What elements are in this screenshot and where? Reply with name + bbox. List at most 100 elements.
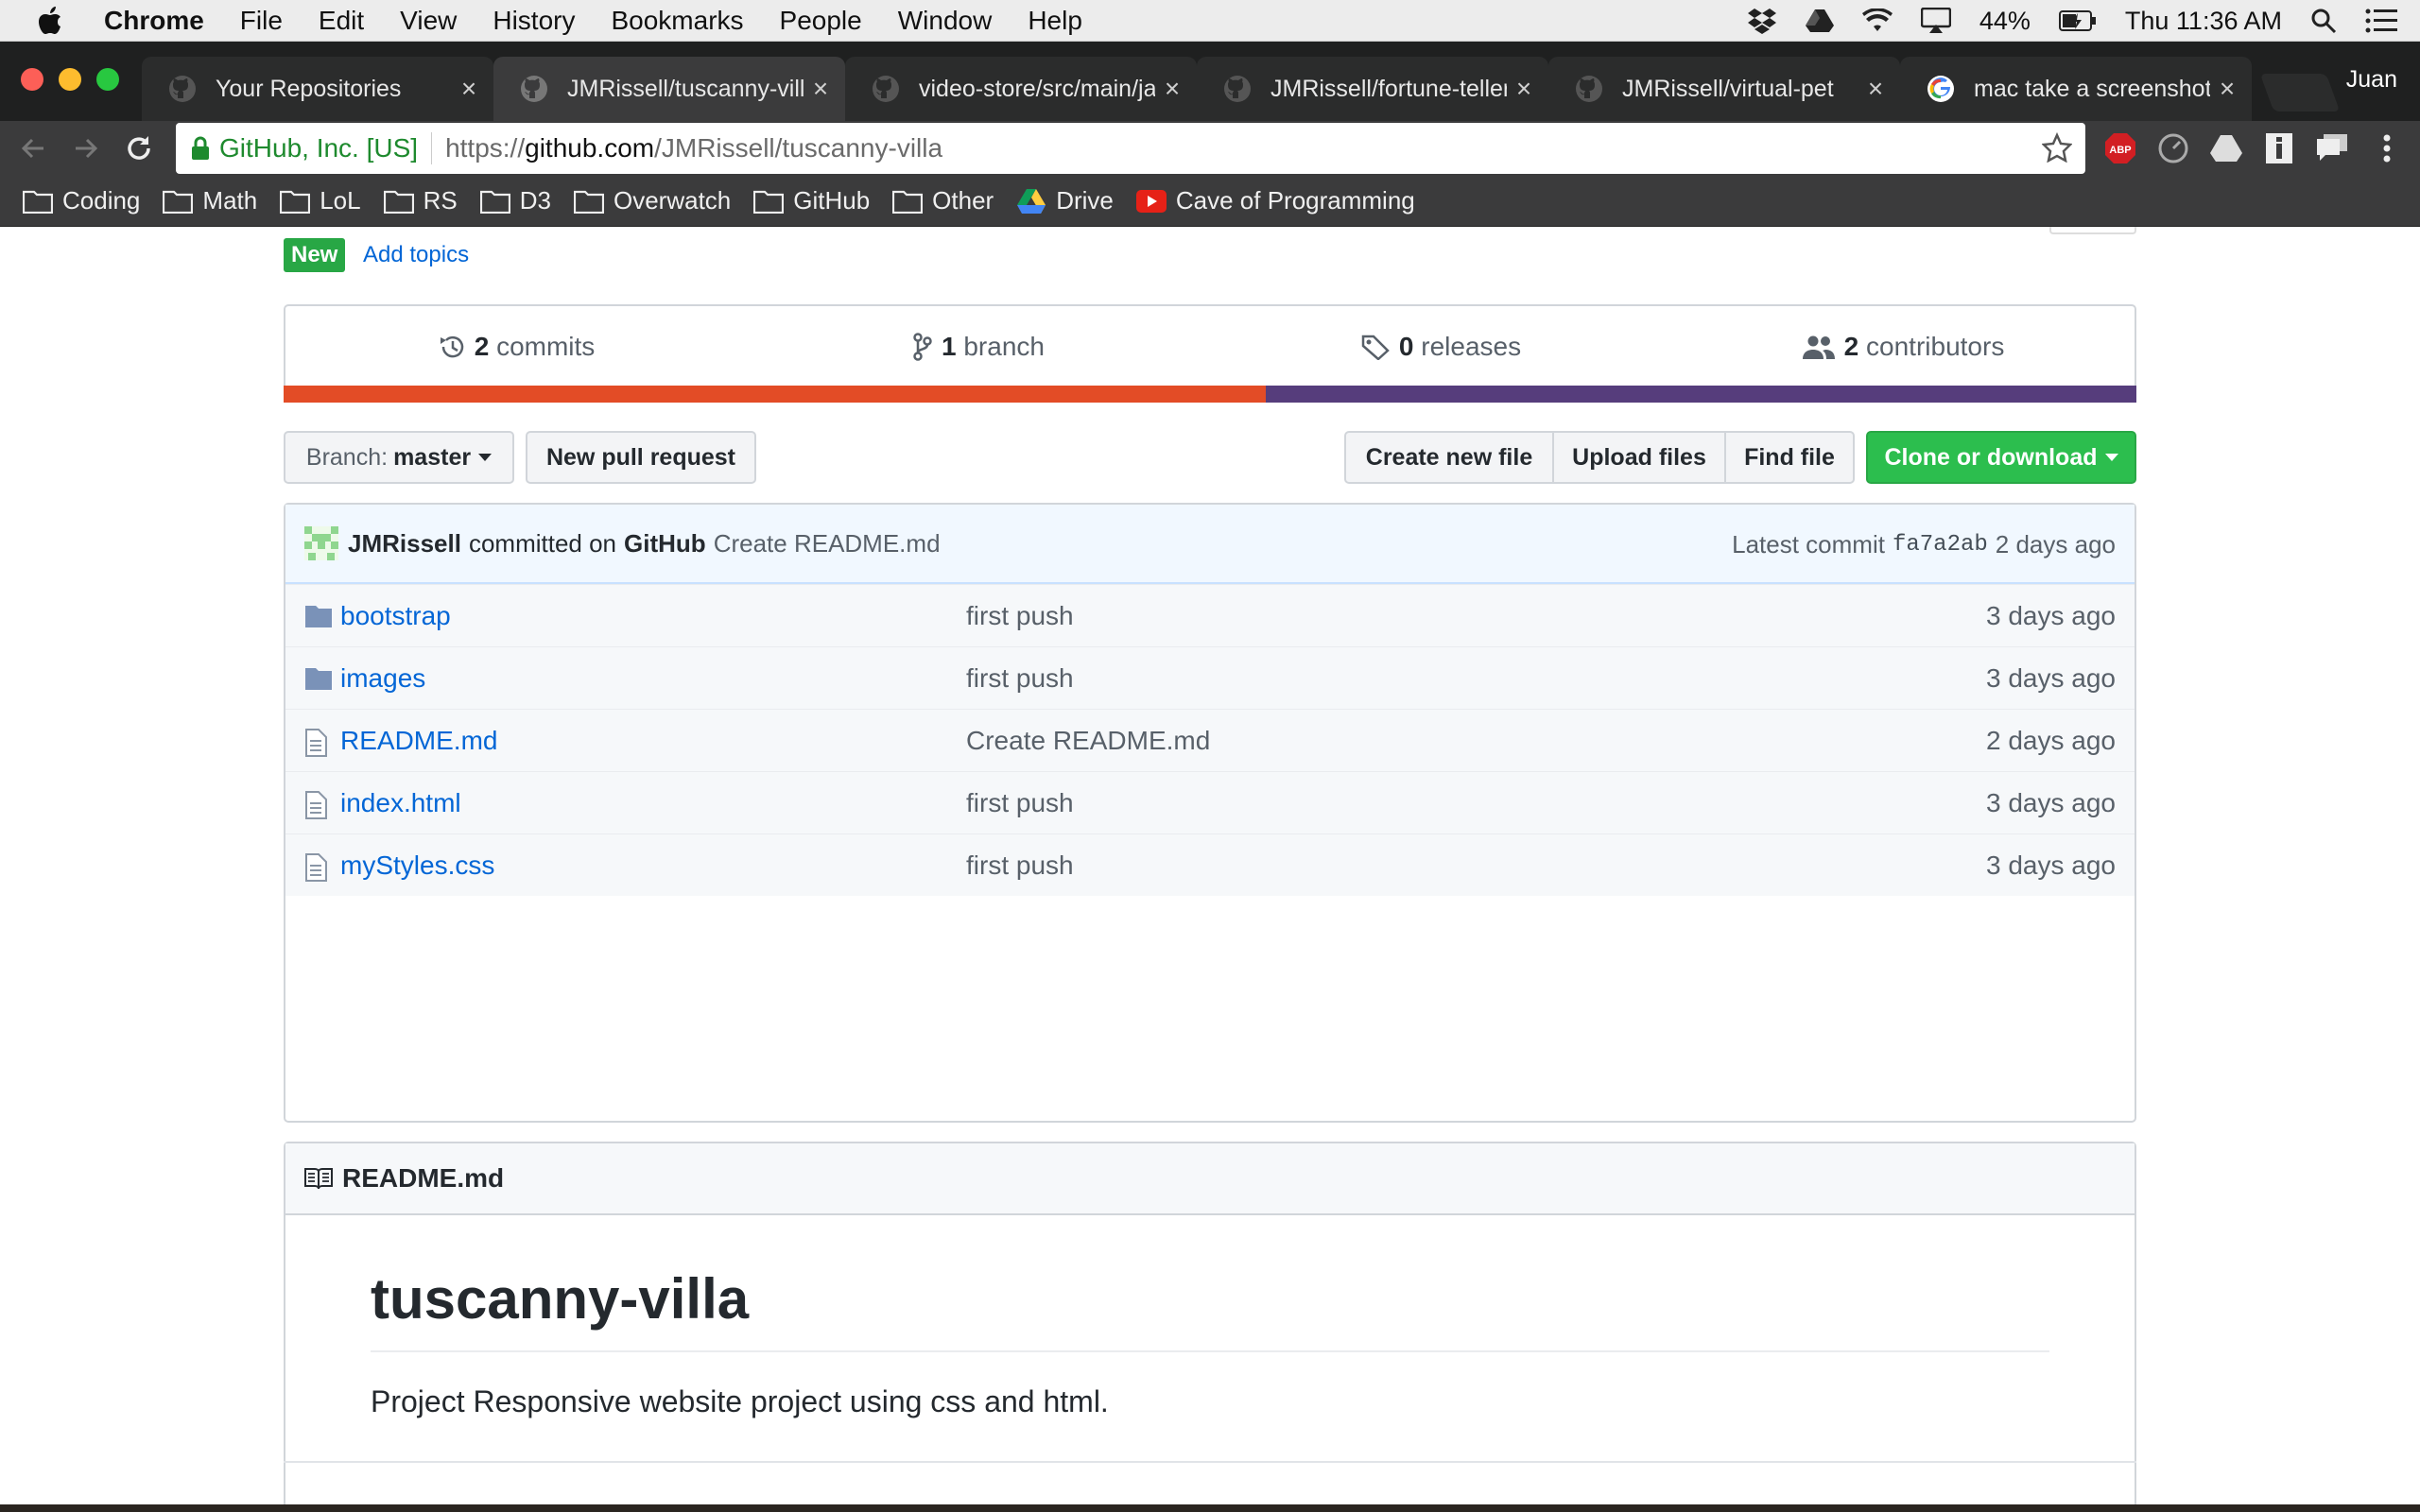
git-branch-icon [913,333,932,361]
commit-sha[interactable]: fa7a2ab [1893,532,1988,558]
ev-certificate-name[interactable]: GitHub, Inc. [US] [219,133,418,163]
file-commit-message[interactable]: first push [966,850,1074,881]
back-button[interactable] [13,129,53,168]
tab-your-repositories[interactable]: Your Repositories × [142,57,493,121]
clone-or-download-button[interactable]: Clone or download [1866,431,2136,484]
chrome-menu-icon[interactable] [2371,132,2403,164]
notification-center-icon[interactable] [2365,9,2397,33]
bookmark-coding[interactable]: Coding [23,186,140,215]
url-scheme: https:// [445,133,526,163]
close-tab-icon[interactable]: × [452,74,486,104]
contributors-label: contributors [1866,332,2005,361]
lock-icon[interactable] [191,136,210,161]
battery-charging-icon[interactable] [2058,10,2097,31]
tab-google-search[interactable]: mac take a screenshot × [1900,57,2252,121]
file-name-link[interactable]: myStyles.css [340,850,494,881]
adblock-plus-icon[interactable]: ABP [2104,132,2136,164]
menu-people[interactable]: People [780,6,862,36]
contributors-link[interactable]: 2 contributors [1672,306,2135,387]
close-tab-icon[interactable]: × [1858,74,1893,104]
language-bar[interactable] [284,386,2136,403]
new-pull-request-button[interactable]: New pull request [526,431,756,484]
bookmark-label: Cave of Programming [1175,186,1415,215]
bookmark-cave-of-programming[interactable]: Cave of Programming [1135,186,1415,215]
tab-video-store[interactable]: video-store/src/main/ja × [845,57,1197,121]
menu-history[interactable]: History [493,6,575,36]
bookmark-other[interactable]: Other [892,186,994,215]
file-commit-message[interactable]: first push [966,663,1074,694]
upload-files-button[interactable]: Upload files [1552,431,1726,484]
create-new-file-button[interactable]: Create new file [1344,431,1554,484]
tab-tuscanny-villa[interactable]: JMRissell/tuscanny-villa × [493,57,845,121]
bookmark-rs[interactable]: RS [383,186,458,215]
bookmark-lol[interactable]: LoL [280,186,361,215]
bookmark-math[interactable]: Math [163,186,257,215]
profile-name[interactable]: Juan [2346,66,2397,94]
file-name-link[interactable]: bootstrap [340,601,451,631]
bookmark-star-icon[interactable] [2041,131,2073,169]
partial-button-edge [2049,227,2136,234]
tab-virtual-pet[interactable]: JMRissell/virtual-pet × [1548,57,1900,121]
menu-file[interactable]: File [240,6,283,36]
releases-link[interactable]: 0 releases [1210,306,1672,387]
drive-extension-icon[interactable] [2210,132,2242,164]
find-file-button[interactable]: Find file [1724,431,1855,484]
info-extension-icon[interactable] [2263,132,2295,164]
bookmark-github[interactable]: GitHub [753,186,870,215]
bookmark-overwatch[interactable]: Overwatch [573,186,731,215]
tab-fortune-teller[interactable]: JMRissell/fortune-teller × [1197,57,1548,121]
commits-link[interactable]: 2 commits [285,306,748,387]
language-segment-html[interactable] [284,386,1266,403]
reload-button[interactable] [119,129,159,168]
caret-down-icon [478,454,493,461]
file-commit-message[interactable]: first push [966,788,1074,818]
folder-icon [892,189,924,214]
close-tab-icon[interactable]: × [1155,74,1189,104]
latest-commit-info: Latest commit fa7a2ab 2 days ago [1732,505,2116,584]
file-name-link[interactable]: README.md [340,726,497,756]
branch-count: 1 [942,332,957,361]
commit-message[interactable]: Create README.md [714,529,941,558]
readme-filename[interactable]: README.md [342,1163,504,1194]
menu-help[interactable]: Help [1028,6,1082,36]
bookmark-d3[interactable]: D3 [479,186,551,215]
close-tab-icon[interactable]: × [1507,74,1541,104]
file-name-link[interactable]: images [340,663,425,694]
commit-author[interactable]: JMRissell [348,529,461,558]
address-bar[interactable]: GitHub, Inc. [US] https://github.com/JMR… [176,123,2085,174]
zoom-window-button[interactable] [96,68,119,91]
minimize-window-button[interactable] [59,68,81,91]
menu-app-chrome[interactable]: Chrome [104,6,204,36]
file-commit-message[interactable]: Create README.md [966,726,1210,756]
menu-bookmarks[interactable]: Bookmarks [611,6,743,36]
speedometer-extension-icon[interactable] [2157,132,2189,164]
add-topics-link[interactable]: Add topics [363,242,469,268]
bookmark-drive[interactable]: Drive [1016,186,1114,215]
close-tab-icon[interactable]: × [2210,74,2244,104]
dropbox-icon[interactable] [1747,8,1777,34]
branches-link[interactable]: 1 branch [748,306,1210,387]
menu-window[interactable]: Window [898,6,993,36]
close-window-button[interactable] [21,68,43,91]
branch-select-button[interactable]: Branch: master [284,431,514,484]
branch-label: branch [963,332,1045,361]
language-segment-css[interactable] [1265,386,2136,403]
file-commit-message[interactable]: first push [966,601,1074,631]
menu-edit[interactable]: Edit [319,6,364,36]
chat-extension-icon[interactable] [2316,132,2348,164]
avatar[interactable] [304,526,338,560]
bookmark-label: LoL [320,186,361,215]
clock[interactable]: Thu 11:36 AM [2125,7,2282,36]
menu-view[interactable]: View [400,6,457,36]
google-drive-icon[interactable] [1805,9,1834,33]
new-tab-button[interactable] [2259,74,2341,112]
wifi-icon[interactable] [1861,9,1893,33]
forward-button[interactable] [66,129,106,168]
file-name-link[interactable]: index.html [340,788,461,818]
github-icon [872,75,900,103]
battery-percent[interactable]: 44% [1979,7,2031,36]
airplay-icon[interactable] [1920,8,1951,34]
spotlight-search-icon[interactable] [2310,8,2337,34]
close-tab-icon[interactable]: × [804,74,838,104]
apple-menu-icon[interactable] [38,6,76,35]
